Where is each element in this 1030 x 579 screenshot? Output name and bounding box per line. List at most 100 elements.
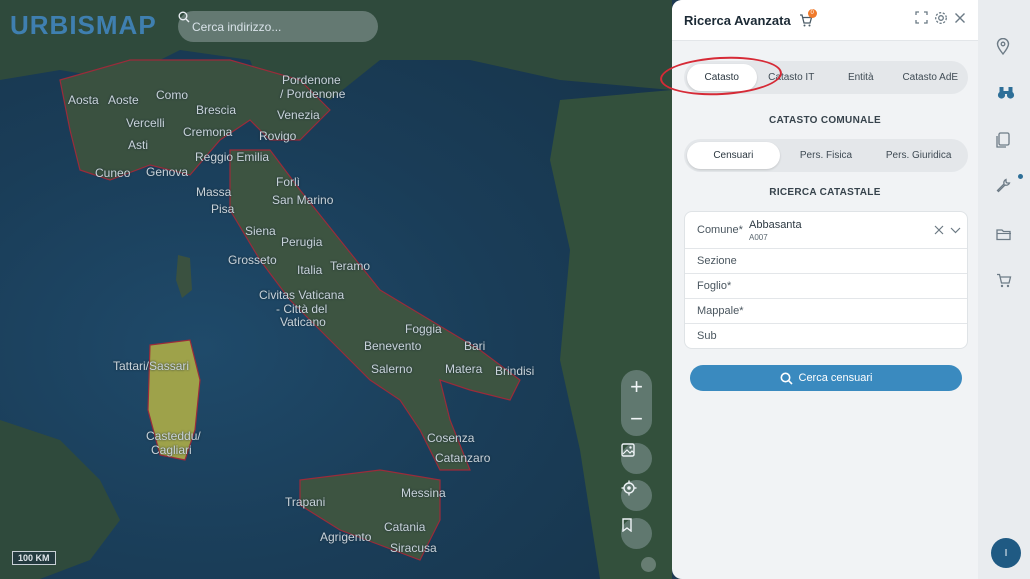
foglio-field[interactable]: Foglio* — [685, 273, 967, 298]
search-icon — [780, 372, 793, 385]
city-label: Benevento — [364, 339, 422, 353]
city-label: Teramo — [330, 259, 371, 273]
close-icon — [955, 12, 965, 23]
tab-entita[interactable]: Entità — [826, 64, 896, 91]
city-label: Brescia — [196, 103, 237, 117]
search-icon — [178, 11, 190, 23]
urbismap-logo: URBISMAP — [10, 10, 157, 40]
rail-documents-button[interactable] — [996, 132, 1010, 153]
city-label: Messina — [401, 486, 446, 500]
comune-select[interactable]: Comune* Abbasanta A007 — [685, 212, 967, 248]
search-censuari-button[interactable]: Cerca censuari — [690, 365, 962, 391]
map-pin-icon — [996, 37, 1010, 56]
attribution-button[interactable] — [641, 557, 656, 572]
expand-icon — [915, 10, 928, 24]
binoculars-icon — [997, 87, 1015, 99]
tab-catasto-ade[interactable]: Catasto AdE — [896, 64, 966, 91]
right-rail — [978, 0, 1030, 579]
settings-button[interactable] — [934, 11, 948, 30]
city-label: Bari — [464, 339, 486, 353]
city-label: Foggia — [405, 322, 442, 336]
comune-code: A007 — [749, 232, 768, 242]
rail-tools-button[interactable] — [996, 178, 1011, 198]
mappale-field[interactable]: Mappale* — [685, 298, 967, 323]
expand-button[interactable] — [915, 10, 928, 30]
clear-icon[interactable] — [934, 225, 944, 235]
zoom-out-button[interactable]: − — [621, 403, 652, 434]
city-label: Cagliari — [151, 443, 192, 457]
minus-icon: − — [630, 405, 643, 431]
city-label: Siracusa — [390, 541, 437, 555]
image-icon — [621, 443, 635, 457]
city-label: Tattari/Sassari — [113, 359, 190, 373]
subtab-pers-fisica[interactable]: Pers. Fisica — [780, 142, 873, 169]
catasto-subtabs: Censuari Pers. Fisica Pers. Giuridica — [684, 139, 968, 172]
section-catasto-comunale: CATASTO COMUNALE — [768, 115, 882, 126]
sezione-field[interactable]: Sezione — [685, 248, 967, 273]
rail-location-button[interactable] — [996, 37, 1010, 60]
cadastral-search-form: Comune* Abbasanta A007 Sezione Foglio* M… — [684, 211, 968, 349]
locate-button[interactable] — [621, 480, 652, 511]
rail-cart-button[interactable] — [996, 273, 1012, 293]
crosshair-icon — [621, 480, 637, 496]
city-label: Vaticano — [280, 315, 326, 329]
gear-icon — [935, 11, 947, 24]
subtab-censuari[interactable]: Censuari — [687, 142, 780, 169]
documents-icon — [996, 132, 1010, 148]
city-label: San Marino — [272, 193, 334, 207]
city-label: Pisa — [211, 202, 235, 216]
zoom-in-button[interactable]: + — [621, 371, 652, 402]
comune-value: Abbasanta — [749, 218, 802, 231]
city-label: Siena — [245, 224, 276, 238]
bookmark-button[interactable] — [621, 518, 652, 549]
city-label: Perugia — [281, 235, 323, 249]
city-label: Agrigento — [320, 530, 372, 544]
city-label: Venezia — [277, 108, 320, 122]
sub-field[interactable]: Sub — [685, 323, 967, 348]
city-label: Aosta — [68, 93, 99, 107]
city-label: Rovigo — [259, 129, 297, 143]
city-label: Reggio Emilia — [195, 150, 270, 164]
city-label: Massa — [196, 185, 232, 199]
basemap-button[interactable] — [621, 443, 652, 474]
city-label: Cosenza — [427, 431, 475, 445]
city-label: Vercelli — [126, 116, 165, 130]
rail-folder-button[interactable] — [996, 228, 1012, 246]
map-scale: 100 KM — [12, 551, 56, 565]
city-label: Catanzaro — [435, 451, 491, 465]
city-label: Italia — [297, 263, 323, 277]
city-label: Cuneo — [95, 166, 131, 180]
city-label: Salerno — [371, 362, 413, 376]
city-label: Civitas Vaticana — [259, 288, 345, 302]
city-label: Grosseto — [228, 253, 277, 267]
city-label: Forlì — [276, 175, 300, 189]
section-ricerca-catastale: RICERCA CATASTALE — [769, 187, 881, 198]
city-label: / Pordenone — [280, 87, 346, 101]
subtab-pers-giuridica[interactable]: Pers. Giuridica — [872, 142, 965, 169]
rail-search-button[interactable] — [997, 86, 1015, 105]
panel-title: Ricerca Avanzata — [684, 12, 791, 28]
comune-label: Comune* — [697, 224, 743, 236]
cart-badge: 0 — [807, 8, 817, 18]
city-label: Matera — [445, 362, 483, 376]
city-label: Brindisi — [495, 364, 535, 378]
wrench-icon — [996, 178, 1011, 193]
close-panel-button[interactable] — [954, 11, 966, 30]
city-label: Aoste — [108, 93, 139, 107]
city-label: - Città del — [276, 302, 328, 316]
chevron-down-icon[interactable] — [950, 225, 961, 235]
address-search-input[interactable]: Cerca indirizzo... — [178, 11, 378, 42]
user-avatar[interactable]: I — [991, 538, 1021, 568]
city-label: Como — [156, 88, 189, 102]
map-view[interactable]: URBISMAP Cerca indirizzo... Aosta Aoste … — [0, 0, 672, 579]
city-label: Pordenone — [282, 73, 341, 87]
cart-icon — [997, 273, 1012, 288]
city-label: Genova — [146, 165, 189, 179]
city-label: Cremona — [183, 125, 233, 139]
bookmark-icon — [622, 518, 632, 532]
cart-button[interactable]: 0 — [799, 8, 817, 27]
panel-header: Ricerca Avanzata 0 — [672, 0, 978, 41]
city-label: Casteddu/ — [146, 429, 201, 443]
search-placeholder: Cerca indirizzo... — [192, 19, 282, 34]
city-label: Trapani — [285, 495, 326, 509]
